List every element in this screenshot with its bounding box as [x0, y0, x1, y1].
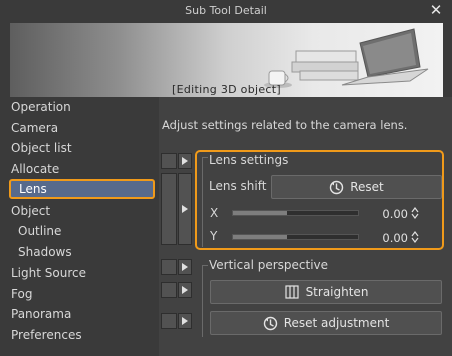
straighten-label: Straighten: [305, 285, 369, 299]
straighten-checkbox[interactable]: [161, 282, 177, 298]
vertical-perspective-heading: Vertical perspective: [209, 258, 329, 272]
reset-adjustment-checkbox[interactable]: [161, 313, 177, 329]
group-line: [202, 157, 203, 247]
category-list: Operation Camera Object list Allocate Le…: [0, 97, 159, 356]
x-slider[interactable]: [232, 210, 359, 216]
lens-settings-heading: Lens settings: [209, 153, 289, 167]
expand-arrow-icon: [182, 317, 188, 325]
category-fog[interactable]: Fog: [11, 284, 32, 304]
y-label: Y: [210, 229, 218, 243]
expand-arrow-icon: [182, 205, 188, 213]
x-spin-arrows-icon[interactable]: [411, 206, 419, 220]
straighten-button[interactable]: Straighten: [210, 280, 442, 304]
lens-shift-label: Lens shift: [209, 179, 267, 193]
lens-shift-checkbox[interactable]: [161, 173, 177, 245]
expand-arrow-icon: [182, 157, 188, 165]
category-object-list[interactable]: Object list: [11, 138, 72, 158]
reset-adjustment-label: Reset adjustment: [283, 316, 390, 330]
category-shadows[interactable]: Shadows: [18, 242, 72, 262]
y-slider-fill: [233, 235, 287, 239]
banner: [Editing 3D object]: [10, 23, 443, 97]
group-line-top: [202, 157, 208, 158]
reset-adjustment-button[interactable]: Reset adjustment: [210, 311, 442, 335]
y-value[interactable]: 0.00: [370, 231, 408, 245]
y-spin-arrows-icon[interactable]: [411, 230, 419, 244]
reset-label: Reset: [350, 180, 384, 194]
panel-description: Adjust settings related to the camera le…: [162, 118, 408, 132]
x-slider-fill: [233, 211, 287, 215]
sub-tool-detail-window: Sub Tool Detail ✕ [Editing 3D object] Op…: [0, 0, 452, 356]
expand-arrow-icon: [182, 263, 188, 271]
vertical-perspective-expand-button[interactable]: [178, 259, 192, 275]
banner-label: [Editing 3D object]: [172, 83, 281, 96]
group-line-top: [202, 265, 208, 266]
close-icon[interactable]: ✕: [428, 2, 444, 18]
y-slider[interactable]: [232, 234, 359, 240]
lens-shift-expand-button[interactable]: [178, 173, 192, 245]
settings-panel: Adjust settings related to the camera le…: [159, 97, 452, 356]
category-object[interactable]: Object: [11, 201, 50, 221]
reset-adjustment-expand-button[interactable]: [178, 313, 192, 329]
group-line: [202, 265, 203, 337]
category-preferences[interactable]: Preferences: [11, 325, 82, 345]
lens-shift-reset-button[interactable]: Reset: [271, 175, 442, 199]
category-panorama[interactable]: Panorama: [11, 304, 71, 324]
window-title: Sub Tool Detail: [185, 4, 267, 17]
reset-icon: [330, 180, 344, 194]
category-lens[interactable]: Lens: [9, 179, 155, 199]
straighten-expand-button[interactable]: [178, 282, 192, 298]
category-outline[interactable]: Outline: [18, 221, 61, 241]
reset-icon: [263, 316, 277, 330]
lens-settings-expand-button[interactable]: [178, 153, 192, 169]
lens-settings-checkbox[interactable]: [161, 153, 177, 169]
category-light-source[interactable]: Light Source: [11, 263, 86, 283]
x-label: X: [210, 206, 219, 220]
category-camera[interactable]: Camera: [11, 118, 58, 138]
vertical-perspective-checkbox[interactable]: [161, 259, 177, 275]
title-bar: Sub Tool Detail ✕: [0, 0, 452, 22]
expand-arrow-icon: [182, 286, 188, 294]
straighten-icon: [284, 285, 299, 299]
category-operation[interactable]: Operation: [11, 97, 71, 117]
category-allocate[interactable]: Allocate: [11, 159, 59, 179]
x-value[interactable]: 0.00: [370, 207, 408, 221]
